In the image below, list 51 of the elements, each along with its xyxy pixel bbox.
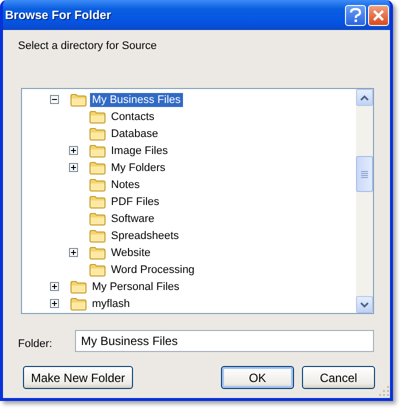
expand-icon[interactable] [50, 282, 59, 291]
folder-icon [89, 178, 106, 192]
folder-item[interactable]: Database [109, 126, 160, 140]
folder-item[interactable]: Word Processing [109, 262, 197, 276]
folder-icon [89, 212, 106, 226]
folder-icon [89, 262, 106, 276]
help-button[interactable] [345, 4, 366, 26]
folder-item[interactable]: myflash [90, 296, 132, 310]
folder-item[interactable]: My Folders [109, 160, 168, 174]
grip-icon [361, 170, 368, 178]
folder-icon [89, 228, 106, 242]
caret-up-icon [360, 94, 369, 100]
folder-icon [89, 160, 106, 174]
collapse-icon[interactable] [50, 95, 59, 104]
folder-item[interactable]: Image Files [109, 144, 170, 158]
scroll-up-button[interactable] [356, 89, 373, 106]
folder-item[interactable]: PDF Files [109, 194, 162, 208]
folder-icon [89, 110, 106, 124]
caret-down-icon [360, 302, 369, 308]
folder-label: Folder: [18, 337, 54, 350]
folder-icon [89, 246, 106, 260]
expand-icon[interactable] [69, 248, 78, 257]
folder-item[interactable]: My Personal Files [90, 280, 182, 294]
folder-item[interactable]: Contacts [109, 110, 156, 124]
folder-icon [70, 92, 87, 106]
folder-item[interactable]: Website [109, 246, 153, 260]
folder-icon [89, 126, 106, 140]
help-icon [349, 8, 362, 22]
ok-button[interactable]: OK [221, 366, 294, 389]
folder-item[interactable]: Spreadsheets [109, 228, 181, 242]
expand-icon[interactable] [69, 146, 78, 155]
folder-icon [89, 144, 106, 158]
prompt-text: Select a directory for Source [18, 40, 158, 54]
cancel-button[interactable]: Cancel [302, 366, 375, 389]
folder-item[interactable]: My Business Files [90, 92, 183, 106]
scroll-thumb[interactable] [356, 156, 373, 192]
folder-icon [70, 280, 87, 294]
folder-item[interactable]: Notes [109, 178, 142, 192]
window-title: Browse For Folder [5, 8, 112, 22]
expand-icon[interactable] [50, 299, 59, 308]
expand-icon[interactable] [69, 163, 78, 172]
folder-icon [89, 194, 106, 208]
folder-item[interactable]: Software [109, 212, 156, 226]
folder-field[interactable]: My Business Files [75, 330, 374, 352]
folder-icon [70, 296, 87, 310]
close-icon [372, 8, 385, 22]
resize-grip-icon [379, 386, 389, 396]
scroll-down-button[interactable] [356, 296, 373, 313]
scrollbar[interactable] [356, 89, 373, 313]
close-button[interactable] [368, 4, 389, 26]
make-new-folder-button[interactable]: Make New Folder [23, 366, 134, 389]
